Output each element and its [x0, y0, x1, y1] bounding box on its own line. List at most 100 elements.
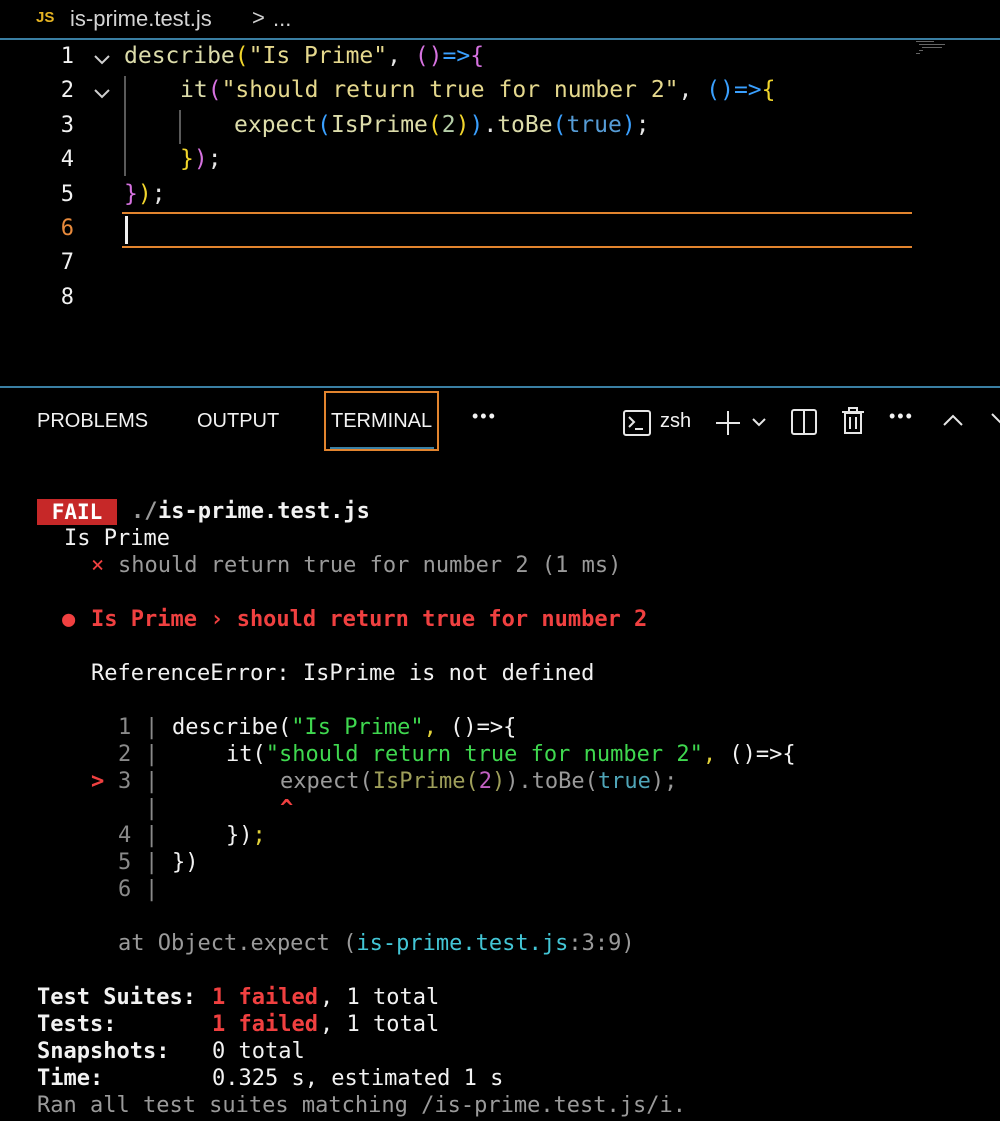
snippet-code: }); — [226, 823, 266, 848]
fail-badge: FAIL — [37, 499, 117, 525]
code-token: , — [387, 43, 415, 69]
chevron-down-icon[interactable] — [751, 415, 767, 429]
chevron-up-icon[interactable] — [942, 413, 964, 427]
error-title: Is Prime › should return true for number… — [91, 607, 648, 632]
summary-time-label: Time: — [37, 1066, 104, 1091]
terminal-shell-label[interactable]: zsh — [660, 410, 691, 433]
line-number: 1 — [60, 44, 74, 69]
chevron-right-icon: > — [252, 5, 265, 30]
code-token: { — [470, 43, 485, 69]
text-cursor — [125, 216, 128, 244]
chevron-down-icon[interactable] — [92, 50, 112, 70]
summary-snapshots-label: Snapshots: — [37, 1039, 170, 1064]
code-token: => — [442, 43, 471, 69]
code-token: () — [414, 43, 443, 69]
chevron-down-icon[interactable] — [92, 84, 112, 104]
close-icon[interactable] — [990, 410, 1000, 432]
snippet-code: }) — [172, 850, 199, 875]
code-token: it — [180, 77, 208, 103]
code-token: ( — [552, 112, 567, 138]
summary-suites-total: , 1 total — [320, 985, 440, 1010]
snippet-line-number: 5 — [118, 850, 132, 875]
error-bullet-icon: ● — [62, 607, 76, 632]
code-token: expect — [234, 112, 318, 138]
snippet-pipe: | — [145, 715, 159, 740]
code-token: () — [706, 77, 734, 103]
snippet-caret: ^ — [280, 796, 294, 821]
snippet-code: it("should return true for number 2", ()… — [226, 742, 796, 767]
snippet-pointer: > — [91, 769, 105, 794]
code-line: }); — [180, 146, 222, 172]
tab-active-indicator — [330, 447, 434, 449]
code-line: describe("Is Prime", ()=>{ — [124, 43, 484, 69]
summary-time-value: 0.325 s, estimated 1 s — [212, 1066, 504, 1091]
code-line: it("should return true for number 2", ()… — [180, 77, 776, 103]
panel-divider — [0, 386, 1000, 388]
snippet-pipe: | — [145, 796, 159, 821]
minimap[interactable] — [916, 40, 946, 60]
test-result: should return true for number 2 (1 ms) — [118, 553, 622, 578]
code-token: ( — [427, 112, 442, 138]
current-line-highlight — [122, 212, 912, 248]
error-message: ReferenceError: IsPrime is not defined — [91, 661, 595, 686]
test-file-prefix: ./ — [131, 499, 158, 524]
code-token: ; — [207, 146, 222, 172]
breadcrumb-ellipsis[interactable]: ... — [273, 6, 291, 32]
code-line: expect(IsPrime(2)).toBe(true); — [234, 112, 650, 138]
summary-tests-total: , 1 total — [320, 1012, 440, 1037]
line-number: 5 — [60, 182, 74, 207]
tab-output[interactable]: OUTPUT — [197, 410, 279, 433]
terminal-icon[interactable] — [623, 410, 651, 436]
code-token: ) — [469, 112, 484, 138]
plus-icon[interactable] — [714, 409, 742, 437]
line-number: 4 — [60, 147, 74, 172]
snippet-line-number: 4 — [118, 823, 132, 848]
breadcrumb-file[interactable]: is-prime.test.js — [70, 6, 212, 32]
js-file-icon: JS — [36, 9, 55, 26]
snippet-line-number: 3 — [118, 769, 132, 794]
code-token: ( — [207, 77, 222, 103]
line-number: 3 — [60, 113, 74, 138]
code-token: IsPrime — [330, 112, 428, 138]
snippet-line-number: 1 — [118, 715, 132, 740]
summary-suites-label: Test Suites: — [37, 985, 196, 1010]
summary-ran-line: Ran all test suites matching /is-prime.t… — [37, 1093, 687, 1118]
snippet-code: describe("Is Prime", ()=>{ — [172, 715, 517, 740]
fail-mark-icon: × — [91, 553, 105, 578]
code-token: ( — [317, 112, 331, 138]
snippet-pipe: | — [145, 823, 159, 848]
tab-terminal[interactable]: TERMINAL — [331, 410, 432, 433]
code-token: ; — [151, 181, 166, 207]
code-token: . — [483, 112, 498, 138]
stack-trace: at Object.expect (is-prime.test.js:3:9) — [118, 931, 635, 956]
test-file-name: is-prime.test.js — [158, 499, 370, 524]
code-token: ( — [234, 43, 249, 69]
code-token: ) — [621, 112, 636, 138]
summary-tests-label: Tests: — [37, 1012, 117, 1037]
snippet-pipe: | — [145, 769, 159, 794]
code-token: ) — [455, 112, 470, 138]
snippet-pipe: | — [145, 877, 159, 902]
summary-snapshots-value: 0 total — [212, 1039, 305, 1064]
snippet-line-number: 2 — [118, 742, 132, 767]
indent-guide — [179, 110, 181, 144]
line-number-active: 6 — [60, 216, 74, 241]
tab-more-button[interactable]: ••• — [472, 406, 497, 427]
code-token: 2 — [441, 112, 456, 138]
code-token: true — [566, 112, 622, 138]
trash-icon[interactable] — [841, 407, 865, 435]
split-terminal-icon[interactable] — [791, 409, 817, 435]
panel-more-button[interactable]: ••• — [889, 406, 914, 427]
code-token: describe — [124, 43, 235, 69]
code-token: ) — [137, 181, 152, 207]
code-token: toBe — [497, 112, 553, 138]
code-token: "Is Prime" — [248, 43, 388, 69]
breadcrumb: JS is-prime.test.js > ... — [0, 0, 1000, 38]
code-token: ) — [193, 146, 208, 172]
indent-guide — [124, 76, 126, 176]
line-number: 7 — [60, 250, 74, 275]
code-line: }); — [124, 181, 166, 207]
tab-problems[interactable]: PROBLEMS — [37, 410, 148, 433]
line-number: 2 — [60, 78, 74, 103]
editor-divider — [0, 38, 1000, 40]
